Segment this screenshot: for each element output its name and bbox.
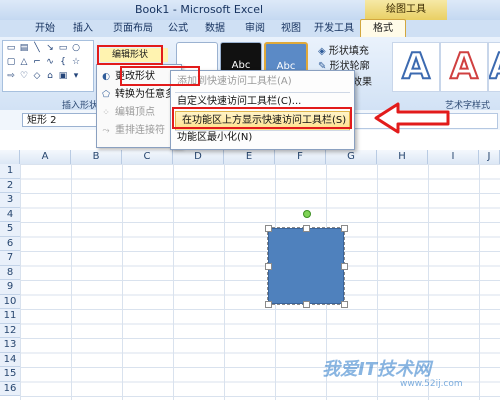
- curve-shape-icon[interactable]: ∿: [44, 57, 56, 68]
- column-header[interactable]: A: [20, 150, 71, 164]
- shape-fill-label: 形状填充: [328, 46, 369, 57]
- column-header[interactable]: D: [173, 150, 224, 164]
- watermark-text: 我爱IT技术网: [322, 359, 431, 380]
- block-shape-icon[interactable]: ▣: [57, 71, 69, 82]
- wordart-style-blue[interactable]: A: [392, 42, 440, 92]
- shapes-gallery[interactable]: ▭ ▤ ╲ ↘ ▭ ○ ▢ △ ⌐ ∿ { ☆ ⇨ ♡ ◇ ⌂ ▣ ▾: [2, 40, 94, 92]
- resize-handle-ne[interactable]: [341, 225, 348, 232]
- heart-shape-icon[interactable]: ♡: [18, 71, 30, 82]
- connector-shape-icon[interactable]: ⌐: [31, 57, 43, 68]
- row-header[interactable]: 15: [0, 367, 20, 382]
- column-header[interactable]: H: [377, 150, 428, 164]
- column-headers: A B C D E F G H I J: [0, 150, 500, 165]
- row-header[interactable]: 10: [0, 294, 20, 309]
- drawing-tools-context-label: 绘图工具: [365, 0, 447, 20]
- window-title: Book1 - Microsoft Excel: [135, 3, 264, 16]
- menu-edit-points: 编辑顶点: [115, 107, 155, 118]
- tab-formulas[interactable]: 公式: [163, 20, 193, 37]
- flowchart-shape-icon[interactable]: ◇: [31, 71, 43, 82]
- more-shapes-icon[interactable]: ▾: [70, 71, 82, 82]
- rectangle-shape[interactable]: [268, 228, 344, 304]
- rectangle-shape-icon[interactable]: ▭: [57, 43, 69, 54]
- rotation-handle[interactable]: [303, 210, 311, 218]
- tab-page-layout[interactable]: 页面布局: [108, 20, 158, 37]
- rounded-rect-shape-icon[interactable]: ▢: [5, 57, 17, 68]
- menu-minimize-ribbon[interactable]: 功能区最小化(N): [177, 129, 252, 147]
- menu-reroute-connectors: 重排连接符: [115, 125, 165, 136]
- wordart-letter: A: [489, 45, 500, 88]
- row-header[interactable]: 3: [0, 193, 20, 208]
- edit-points-icon: ⁘: [102, 108, 110, 118]
- brace-shape-icon[interactable]: {: [57, 57, 69, 68]
- column-header[interactable]: E: [224, 150, 275, 164]
- line-shape-icon[interactable]: ╲: [31, 43, 43, 54]
- paint-bucket-icon: ◈: [318, 46, 326, 57]
- column-header[interactable]: B: [71, 150, 122, 164]
- row-header[interactable]: 11: [0, 309, 20, 324]
- name-box[interactable]: 矩形 2: [22, 113, 102, 127]
- row-header[interactable]: 9: [0, 280, 20, 295]
- triangle-shape-icon[interactable]: △: [18, 57, 30, 68]
- row-header[interactable]: 7: [0, 251, 20, 266]
- tab-home[interactable]: 开始: [30, 20, 60, 37]
- wordart-style-red[interactable]: A: [440, 42, 488, 92]
- row-header[interactable]: 14: [0, 352, 20, 367]
- row-header[interactable]: 16: [0, 381, 20, 396]
- tab-format[interactable]: 格式: [360, 19, 406, 38]
- change-shape-icon: ◐: [102, 72, 110, 82]
- arrow-right-shape-icon[interactable]: ⇨: [5, 71, 17, 82]
- textbox-shape-icon[interactable]: ▤: [18, 43, 30, 54]
- row-header[interactable]: 8: [0, 265, 20, 280]
- tab-insert[interactable]: 插入: [68, 20, 98, 37]
- resize-handle-se[interactable]: [341, 301, 348, 308]
- arrow-shape-icon[interactable]: ↘: [44, 43, 56, 54]
- tab-data[interactable]: 数据: [200, 20, 230, 37]
- oval-shape-icon[interactable]: ○: [70, 43, 82, 54]
- row-header[interactable]: 2: [0, 178, 20, 193]
- shape-fill-button[interactable]: ◈ 形状填充: [318, 42, 369, 57]
- resize-handle-nw[interactable]: [265, 225, 272, 232]
- annotation-box-edit-shape: [97, 45, 163, 65]
- wordart-letter: A: [401, 45, 431, 88]
- column-header[interactable]: C: [122, 150, 173, 164]
- row-header[interactable]: 5: [0, 222, 20, 237]
- shape-effects-button[interactable]: 效果: [352, 73, 372, 88]
- resize-handle-sw[interactable]: [265, 301, 272, 308]
- wordart-letter: A: [449, 45, 479, 88]
- watermark-url: www.52ij.com: [400, 379, 463, 389]
- resize-handle-w[interactable]: [265, 263, 272, 270]
- shape-effects-label: 效果: [352, 77, 372, 88]
- row-header[interactable]: 4: [0, 207, 20, 222]
- tab-review[interactable]: 审阅: [240, 20, 270, 37]
- tab-developer[interactable]: 开发工具: [312, 20, 356, 37]
- column-header[interactable]: I: [428, 150, 479, 164]
- annotation-arrow-icon: [374, 102, 450, 134]
- row-header[interactable]: 12: [0, 323, 20, 338]
- row-header[interactable]: 1: [0, 164, 20, 179]
- callout-shape-icon[interactable]: ⌂: [44, 71, 56, 82]
- textbox-shape-icon[interactable]: ▭: [5, 43, 17, 54]
- resize-handle-e[interactable]: [341, 263, 348, 270]
- row-header[interactable]: 13: [0, 338, 20, 353]
- annotation-box-show-qat: [172, 107, 352, 129]
- resize-handle-n[interactable]: [303, 225, 310, 232]
- column-header[interactable]: J: [479, 150, 500, 164]
- select-all-corner[interactable]: [0, 150, 20, 164]
- column-header[interactable]: F: [275, 150, 326, 164]
- resize-handle-s[interactable]: [303, 301, 310, 308]
- reroute-connectors-icon: ⤳: [102, 126, 110, 136]
- star-shape-icon[interactable]: ☆: [70, 57, 82, 68]
- annotation-box-change-shape: [120, 66, 200, 86]
- column-header[interactable]: G: [326, 150, 377, 164]
- tab-view[interactable]: 视图: [276, 20, 306, 37]
- convert-freeform-icon: ⬠: [102, 90, 110, 100]
- row-header[interactable]: 6: [0, 236, 20, 251]
- wordart-style-partial[interactable]: A: [488, 42, 500, 92]
